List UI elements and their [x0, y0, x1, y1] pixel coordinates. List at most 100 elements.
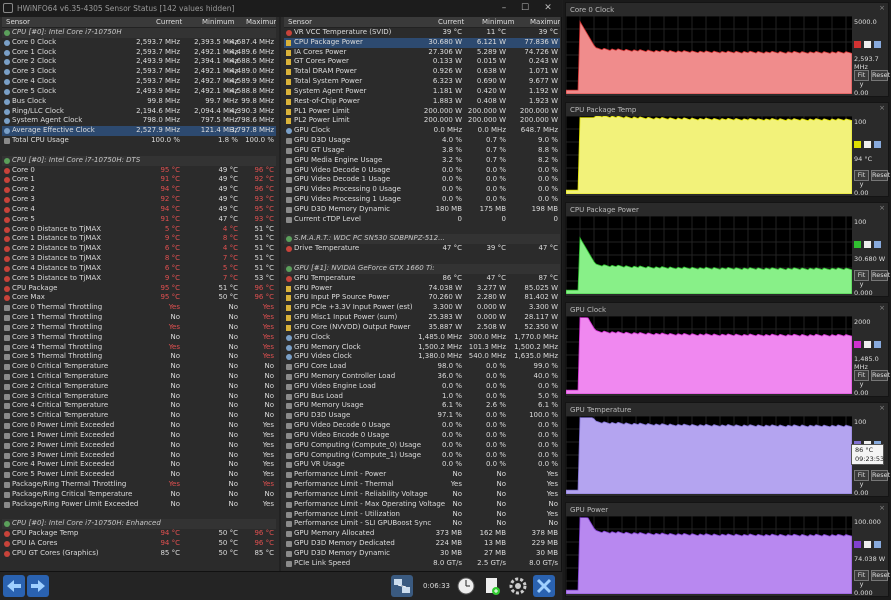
sensor-row[interactable]: Performance Limit - Power No No Yes	[284, 470, 560, 480]
sensor-row[interactable]: Package/Ring Critical Temperature No No No	[2, 490, 276, 500]
sensor-row[interactable]: Core 0 95 °C 49 °C 96 °C	[2, 166, 276, 176]
sensor-row[interactable]: Core 5 Distance to TjMAX 9 °C 7 °C 53 °C	[2, 274, 276, 284]
header-current[interactable]: Current	[438, 18, 464, 26]
sensor-row[interactable]: GPU D3D Usage 97.1 % 0.0 % 100.0 %	[284, 411, 560, 421]
sensor-row[interactable]: Total System Power 6.323 W 0.690 W 9.677 W	[284, 77, 560, 87]
sensor-row[interactable]: GPU Core (NVVDD) Output Power 35.887 W 2.5…	[284, 323, 560, 333]
sensor-row[interactable]: GPU Video Encode 0 Usage 0.0 % 0.0 % 0.0 %	[284, 431, 560, 441]
sensor-row[interactable]: Total CPU Usage 100.0 % 1.8 % 100.0 %	[2, 136, 276, 146]
sensor-row[interactable]: Core 0 Distance to TjMAX 5 °C 4 °C 51 °C	[2, 225, 276, 235]
reset-button[interactable]: Reset	[871, 470, 890, 481]
sensor-row[interactable]: PL2 Power Limit 200.000 W 200.000 W 200.000…	[284, 116, 560, 126]
fit-y-button[interactable]: Fit y	[854, 370, 869, 388]
sensor-row[interactable]: Core 5 Clock 2,493.9 MHz 2,492.1 MHz 4,588.…	[2, 87, 276, 97]
sensor-row[interactable]: GPU Clock 1,485.0 MHz 300.0 MHz 1,770.0 MHz	[284, 333, 560, 343]
sensor-row[interactable]: Core 3 Distance to TjMAX 8 °C 7 °C 51 °C	[2, 254, 276, 264]
graph-close-button[interactable]: ×	[879, 4, 885, 12]
sensor-row[interactable]: GT Cores Power 0.133 W 0.015 W 0.243 W	[284, 57, 560, 67]
color-swatch[interactable]	[854, 41, 861, 48]
sensor-row[interactable]: Performance Limit - SLI GPUBoost Sync No N…	[284, 519, 560, 529]
sensor-row[interactable]: PL1 Power Limit 200.000 W 200.000 W 200.000…	[284, 107, 560, 117]
fit-y-button[interactable]: Fit y	[854, 270, 869, 288]
sensor-row[interactable]: IA Cores Power 27.306 W 5.289 W 74.726 W	[284, 48, 560, 58]
graph-window[interactable]: GPU Temperature × 100 86 °C Fit yReset0.00	[565, 402, 890, 497]
sensor-row[interactable]: Package/Ring Power Limit Exceeded No No Yes	[2, 500, 276, 510]
graph-window[interactable]: Core 0 Clock × 5000.0 2,593.7 MHz Fit y Reset…	[565, 2, 890, 97]
sensor-row[interactable]: Core 0 Thermal Throttling Yes No Yes	[2, 303, 276, 313]
sensor-row[interactable]: GPU VR Usage 0.0 % 0.0 % 0.0 %	[284, 460, 560, 470]
header-sensor[interactable]: Sensor	[288, 18, 312, 26]
reset-button[interactable]: Reset	[871, 270, 890, 281]
sensor-row[interactable]: GPU Clock 0.0 MHz 0.0 MHz 648.7 MHz	[284, 126, 560, 136]
sensor-row[interactable]: GPU GT Usage 3.8 % 0.7 % 8.8 %	[284, 146, 560, 156]
graph-close-button[interactable]: ×	[879, 404, 885, 412]
gear-icon[interactable]	[507, 575, 529, 597]
sensor-row[interactable]: Core 0 Clock 2,593.7 MHz 2,393.5 MHz 4,687.…	[2, 38, 276, 48]
sensor-row[interactable]: Core 4 Power Limit Exceeded No No Yes	[2, 460, 276, 470]
sensor-row[interactable]: Total DRAM Power 0.926 W 0.638 W 1.071 W	[284, 67, 560, 77]
sensor-row[interactable]: CPU Package 95 °C 51 °C 96 °C	[2, 284, 276, 294]
clock-icon[interactable]	[455, 575, 477, 597]
color-swatch-light[interactable]	[864, 341, 871, 348]
report-add-icon[interactable]	[481, 575, 503, 597]
sensor-row[interactable]: Core 1 Critical Temperature No No No	[2, 372, 276, 382]
sensor-row[interactable]: Current cTDP Level 0 0 0	[284, 215, 560, 225]
color-swatch-light[interactable]	[864, 241, 871, 248]
color-swatch-light[interactable]	[864, 41, 871, 48]
sensor-row[interactable]: GPU Bus Load 1.0 % 0.0 % 5.0 %	[284, 392, 560, 402]
sensor-row[interactable]: Core 5 Thermal Throttling No No Yes	[2, 352, 276, 362]
reset-button[interactable]: Reset	[871, 370, 890, 381]
column-header[interactable]: Sensor Current Minimum Maximum	[284, 17, 560, 28]
sensor-row[interactable]: GPU Computing (Compute_1) Usage 0.0 % 0.0 …	[284, 451, 560, 461]
fit-y-button[interactable]: Fit y	[854, 470, 869, 488]
fit-y-button[interactable]: Fit y	[854, 70, 869, 88]
sensor-row[interactable]: Ring/LLC Clock 2,194.6 MHz 2,094.4 MHz 4,39…	[2, 107, 276, 117]
sensor-list-left[interactable]: Sensor Current Minimum Maximum CPU [#0]:…	[2, 17, 276, 571]
sensor-row[interactable]: VR VCC Temperature (SVID) 39 °C 11 °C 39 °C	[284, 28, 560, 38]
header-sensor[interactable]: Sensor	[6, 18, 30, 26]
graph-close-button[interactable]: ×	[879, 304, 885, 312]
color-swatch[interactable]	[854, 241, 861, 248]
color-swatch-blue[interactable]	[874, 141, 881, 148]
reset-button[interactable]: Reset	[871, 570, 890, 581]
sensor-row[interactable]: Rest-of-Chip Power 1.883 W 0.408 W 1.923 W	[284, 97, 560, 107]
sensor-row[interactable]: GPU Video Engine Load 0.0 % 0.0 % 0.0 %	[284, 382, 560, 392]
sensor-row[interactable]: CPU Package Temp 94 °C 50 °C 96 °C	[2, 529, 276, 539]
header-minimum[interactable]: Minimum	[202, 18, 234, 26]
graph-window[interactable]: CPU Package Temp × 100 94 °C Fit y Reset 0.00	[565, 102, 890, 197]
sensor-row[interactable]: GPU Video Decode 0 Usage 0.0 % 0.0 % 0.0 %	[284, 421, 560, 431]
sensor-list-right[interactable]: Sensor Current Minimum Maximum VR VCC Te…	[284, 17, 560, 571]
sensor-group-header[interactable]: GPU [#1]: NVIDIA GeForce GTX 1660 Ti:	[284, 263, 560, 274]
sensor-row[interactable]: Core 1 Clock 2,593.7 MHz 2,492.1 MHz 4,489.…	[2, 48, 276, 58]
sensor-row[interactable]: CPU GT Cores (Graphics) 85 °C 50 °C 85 °C	[2, 549, 276, 559]
sensor-row[interactable]: GPU D3D Memory Dedicated 224 MB 13 MB 229 M…	[284, 539, 560, 549]
sensor-row[interactable]: Core 5 91 °C 47 °C 93 °C	[2, 215, 276, 225]
sensor-row[interactable]: CPU IA Cores 94 °C 50 °C 96 °C	[2, 539, 276, 549]
graph-window[interactable]: GPU Clock × 2000 1,485.0 MHz Fit y Reset 0.00	[565, 302, 890, 397]
header-maximum[interactable]: Maximum	[246, 18, 276, 26]
sensor-row[interactable]: CPU Package Power 30.680 W 6.121 W 77.836 W	[284, 37, 560, 48]
sensor-row[interactable]: Core 3 Clock 2,593.7 MHz 2,492.1 MHz 4,489.…	[2, 67, 276, 77]
sensor-row[interactable]: GPU PCIe +3.3V Input Power (est) 3.300 W 0…	[284, 303, 560, 313]
reset-button[interactable]: Reset	[871, 70, 890, 81]
sensor-row[interactable]: Core 4 Critical Temperature No No No	[2, 401, 276, 411]
fit-y-button[interactable]: Fit y	[854, 570, 869, 588]
graph-window[interactable]: GPU Power × 100.000 74.038 W Fit y Reset 0.000	[565, 502, 890, 597]
sensor-row[interactable]: Core 1 Power Limit Exceeded No No Yes	[2, 431, 276, 441]
column-header[interactable]: Sensor Current Minimum Maximum	[2, 17, 276, 28]
header-current[interactable]: Current	[156, 18, 182, 26]
sensor-row[interactable]: GPU Memory Controller Load 36.0 % 0.0 % 40.…	[284, 372, 560, 382]
sensor-row[interactable]: Core 4 94 °C 49 °C 95 °C	[2, 205, 276, 215]
sensor-row[interactable]: Bus Clock 99.8 MHz 99.7 MHz 99.8 MHz	[2, 97, 276, 107]
sensor-row[interactable]: Core 3 Critical Temperature No No No	[2, 392, 276, 402]
sensor-row[interactable]: Core 2 Thermal Throttling Yes No Yes	[2, 323, 276, 333]
sensor-row[interactable]: GPU Misc1 Input Power (sum) 25.383 W 0.000…	[284, 313, 560, 323]
sensor-row[interactable]: GPU Memory Usage 6.1 % 2.6 % 6.1 %	[284, 401, 560, 411]
sensor-row[interactable]: GPU Video Clock 1,380.0 MHz 540.0 MHz 1,635…	[284, 352, 560, 362]
sensor-row[interactable]: GPU D3D Usage 4.0 % 0.7 % 9.0 %	[284, 136, 560, 146]
color-swatch-light[interactable]	[864, 141, 871, 148]
sensor-row[interactable]: GPU Memory Clock 1,500.2 MHz 101.3 MHz 1,50…	[284, 343, 560, 353]
sensor-row[interactable]: Core 5 Critical Temperature No No No	[2, 411, 276, 421]
sensor-row[interactable]: Core 4 Thermal Throttling Yes No Yes	[2, 343, 276, 353]
sensor-group-header[interactable]: CPU [#0]: Intel Core i7-10750H: Enhanced	[2, 519, 276, 530]
